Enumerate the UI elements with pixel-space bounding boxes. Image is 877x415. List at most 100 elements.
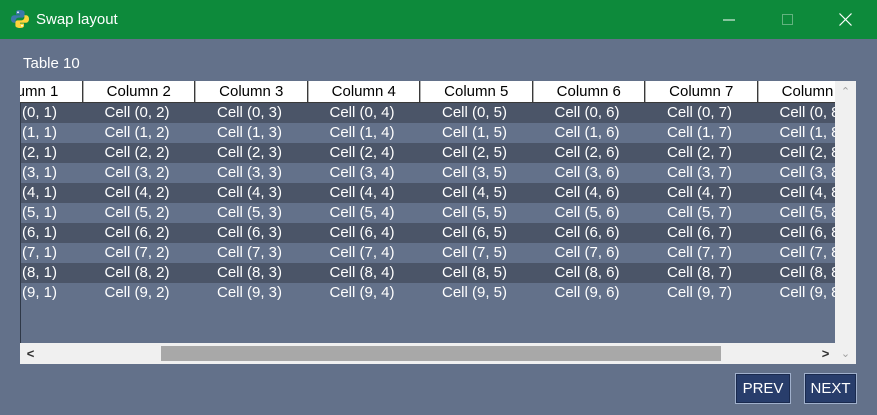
table-cell[interactable]: Cell (1, 7) [645, 123, 758, 143]
table-cell[interactable]: Cell (1, 2) [83, 123, 196, 143]
table-cell[interactable]: Cell (8, 2) [83, 263, 196, 283]
table-cell[interactable]: Cell (7, 4) [308, 243, 421, 263]
table-cell[interactable]: Cell (5, 3) [195, 203, 308, 223]
close-button[interactable] [822, 0, 868, 39]
table-cell[interactable]: Cell (0, 1) [20, 103, 83, 123]
table-cell[interactable]: Cell (9, 3) [195, 283, 308, 303]
table-cell[interactable]: Cell (8, 5) [420, 263, 533, 283]
table-cell[interactable]: Cell (9, 6) [533, 283, 646, 303]
table-cell[interactable]: Cell (4, 2) [83, 183, 196, 203]
table-cell[interactable]: Cell (9, 2) [83, 283, 196, 303]
minimize-button[interactable] [706, 0, 752, 39]
table-cell[interactable]: Cell (3, 2) [83, 163, 196, 183]
table-row[interactable]: Cell (4, 1)Cell (4, 2)Cell (4, 3)Cell (4… [20, 183, 835, 203]
table-cell[interactable]: Cell (9, 4) [308, 283, 421, 303]
table-cell[interactable]: Cell (3, 6) [533, 163, 646, 183]
column-header[interactable]: Column 6 [532, 81, 645, 102]
column-header[interactable]: Column 1 [20, 81, 83, 102]
column-header[interactable]: Column 4 [307, 81, 420, 102]
column-header[interactable]: Column 5 [420, 81, 533, 102]
table-cell[interactable]: Cell (4, 7) [645, 183, 758, 203]
table-cell[interactable]: Cell (7, 2) [83, 243, 196, 263]
table-cell[interactable]: Cell (8, 4) [308, 263, 421, 283]
table-cell[interactable]: Cell (8, 8) [758, 263, 836, 283]
table-cell[interactable]: Cell (9, 1) [20, 283, 83, 303]
table-cell[interactable]: Cell (4, 6) [533, 183, 646, 203]
table-cell[interactable]: Cell (1, 5) [420, 123, 533, 143]
table-cell[interactable]: Cell (2, 7) [645, 143, 758, 163]
table-cell[interactable]: Cell (4, 4) [308, 183, 421, 203]
table-row[interactable]: Cell (7, 1)Cell (7, 2)Cell (7, 3)Cell (7… [20, 243, 835, 263]
table-cell[interactable]: Cell (4, 5) [420, 183, 533, 203]
table-cell[interactable]: Cell (6, 3) [195, 223, 308, 243]
table-cell[interactable]: Cell (6, 1) [20, 223, 83, 243]
table-cell[interactable]: Cell (5, 4) [308, 203, 421, 223]
table-row[interactable]: Cell (3, 1)Cell (3, 2)Cell (3, 3)Cell (3… [20, 163, 835, 183]
table-cell[interactable]: Cell (5, 8) [758, 203, 836, 223]
vertical-scrollbar[interactable]: ⌃ ⌄ [835, 81, 856, 364]
table-cell[interactable]: Cell (6, 8) [758, 223, 836, 243]
table-cell[interactable]: Cell (6, 5) [420, 223, 533, 243]
table-row[interactable]: Cell (6, 1)Cell (6, 2)Cell (6, 3) Cell (6… [20, 223, 835, 243]
table-cell[interactable]: Cell (0, 6) [533, 103, 646, 123]
table-row[interactable]: Cell (2, 1)Cell (2, 2)Cell (2, 3)Cell (2… [20, 143, 835, 163]
table-cell[interactable]: Cell (3, 3) [195, 163, 308, 183]
table-cell[interactable]: Cell (4, 1) [20, 183, 83, 203]
prev-button[interactable]: PREV [735, 373, 791, 404]
table-cell[interactable]: Cell (5, 1) [20, 203, 83, 223]
table-cell[interactable]: Cell (8, 3) [195, 263, 308, 283]
horizontal-scrollbar[interactable]: < > [20, 343, 835, 364]
table-cell[interactable]: Cell (3, 1) [20, 163, 83, 183]
table-cell[interactable]: Cell (1, 8) [758, 123, 836, 143]
table-cell[interactable]: Cell (1, 3) [195, 123, 308, 143]
table-cell[interactable]: Cell (0, 7) [645, 103, 758, 123]
table-cell[interactable]: Cell (7, 5) [420, 243, 533, 263]
table-cell[interactable]: Cell (9, 5) [420, 283, 533, 303]
table-cell[interactable]: Cell (6, 7) [645, 223, 758, 243]
table-cell[interactable]: Cell (1, 1) [20, 123, 83, 143]
scroll-right-arrow-icon[interactable]: > [817, 343, 834, 364]
table-cell[interactable]: Cell (0, 2) [83, 103, 196, 123]
next-button[interactable]: NEXT [804, 373, 857, 404]
column-header[interactable]: Column 8 [757, 81, 835, 102]
table-row[interactable]: Cell (9, 1)Cell (9, 2)Cell (9, 3)Cell (9… [20, 283, 835, 303]
table-cell[interactable]: Cell (3, 7) [645, 163, 758, 183]
table-cell[interactable]: Cell (7, 7) [645, 243, 758, 263]
table-cell[interactable]: Cell (6, 2) [83, 223, 196, 243]
table-cell[interactable]: Cell (5, 2) [83, 203, 196, 223]
table-cell[interactable]: Cell (7, 1) [20, 243, 83, 263]
table-row[interactable]: Cell (8, 1)Cell (8, 2)Cell (8, 3)Cell (8… [20, 263, 835, 283]
table-cell[interactable]: Cell (2, 6) [533, 143, 646, 163]
column-header[interactable]: Column 3 [195, 81, 308, 102]
table-cell[interactable]: Cell (9, 7) [645, 283, 758, 303]
table-cell[interactable]: Cell (2, 3) [195, 143, 308, 163]
table-cell[interactable]: Cell (0, 3) [195, 103, 308, 123]
table-cell[interactable]: Cell (7, 8) [758, 243, 836, 263]
table-viewport[interactable]: Column 1Column 2Column 3Column 4Column 5… [20, 81, 835, 343]
table-row[interactable]: Cell (0, 1)Cell (0, 2)Cell (0, 3)Cell (0… [20, 103, 835, 123]
scroll-up-arrow-icon[interactable]: ⌃ [835, 83, 856, 100]
table-cell[interactable]: Cell (8, 1) [20, 263, 83, 283]
table-cell[interactable]: Cell (4, 8) [758, 183, 836, 203]
table-cell[interactable]: Cell (4, 3) [195, 183, 308, 203]
table-cell[interactable]: Cell (1, 4) [308, 123, 421, 143]
column-header[interactable]: Column 2 [82, 81, 195, 102]
table-cell[interactable]: Cell (5, 5) [420, 203, 533, 223]
table[interactable]: Column 1Column 2Column 3Column 4Column 5… [20, 81, 856, 364]
table-cell[interactable]: Cell (2, 5) [420, 143, 533, 163]
table-cell[interactable]: Cell (8, 7) [645, 263, 758, 283]
table-cell[interactable]: Cell (2, 8) [758, 143, 836, 163]
table-cell[interactable]: Cell (5, 7) [645, 203, 758, 223]
table-row[interactable]: Cell (1, 1)Cell (1, 2)Cell (1, 3)Cell (1… [20, 123, 835, 143]
scroll-down-arrow-icon[interactable]: ⌄ [835, 345, 856, 362]
table-cell[interactable]: Cell (7, 6) [533, 243, 646, 263]
table-cell[interactable]: Cell (7, 3) [195, 243, 308, 263]
table-cell[interactable]: Cell (9, 8) [758, 283, 836, 303]
table-cell[interactable]: Cell (2, 1) [20, 143, 83, 163]
table-cell[interactable]: Cell (8, 6) [533, 263, 646, 283]
table-cell[interactable]: Cell (0, 5) [420, 103, 533, 123]
table-cell[interactable]: Cell (3, 4) [308, 163, 421, 183]
table-cell[interactable]: Cell (6, 6) [533, 223, 646, 243]
table-cell[interactable]: Cell (0, 4) [308, 103, 421, 123]
table-cell[interactable]: Cell (3, 8) [758, 163, 836, 183]
